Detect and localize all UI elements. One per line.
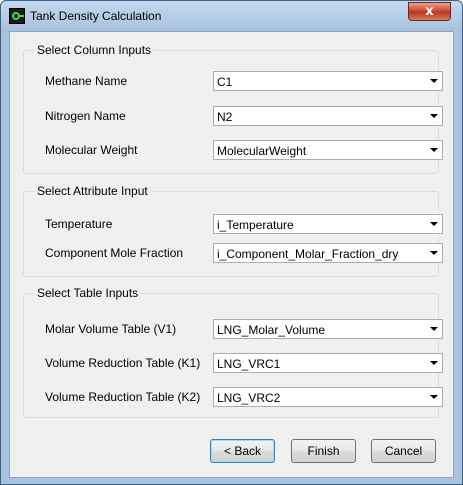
chevron-down-icon <box>430 327 438 331</box>
nitrogen-name-value: N2 <box>217 110 233 124</box>
table-inputs-group-label: Select Table Inputs <box>34 286 142 300</box>
cancel-button[interactable]: Cancel <box>371 439 436 463</box>
chevron-down-icon <box>430 222 438 226</box>
chevron-down-icon <box>430 395 438 399</box>
nitrogen-name-label: Nitrogen Name <box>45 109 126 123</box>
table-inputs-group: Select Table Inputs Molar Volume Table (… <box>23 286 443 418</box>
back-button[interactable]: < Back <box>210 439 275 463</box>
molecular-weight-label: Molecular Weight <box>45 143 138 157</box>
chevron-down-icon <box>430 79 438 83</box>
temperature-label: Temperature <box>45 217 113 231</box>
attribute-input-group: Select Attribute Input Temperature i_Tem… <box>23 184 443 277</box>
volume-reduction-k2-value: LNG_VRC2 <box>217 391 281 405</box>
attribute-input-group-label: Select Attribute Input <box>34 184 151 198</box>
chevron-down-icon <box>430 148 438 152</box>
close-icon: x <box>425 4 434 19</box>
dialog-window: Tank Density Calculation x Select Column… <box>0 0 463 485</box>
chevron-down-icon <box>430 361 438 365</box>
volume-reduction-k2-dropdown[interactable]: LNG_VRC2 <box>213 387 443 407</box>
temperature-dropdown[interactable]: i_Temperature <box>213 214 443 234</box>
molecular-weight-value: MolecularWeight <box>217 144 307 158</box>
chevron-down-icon <box>430 114 438 118</box>
molar-volume-table-label: Molar Volume Table (V1) <box>45 322 177 336</box>
volume-reduction-k2-label: Volume Reduction Table (K2) <box>45 390 201 404</box>
chevron-down-icon <box>430 251 438 255</box>
volume-reduction-k1-value: LNG_VRC1 <box>217 357 281 371</box>
finish-button[interactable]: Finish <box>291 439 356 463</box>
dialog-client-area: Select Column Inputs Methane Name C1 Nit… <box>9 31 454 478</box>
molar-volume-table-dropdown[interactable]: LNG_Molar_Volume <box>213 319 443 339</box>
window-title: Tank Density Calculation <box>30 9 162 23</box>
column-inputs-group: Select Column Inputs Methane Name C1 Nit… <box>23 43 443 174</box>
temperature-value: i_Temperature <box>217 218 294 232</box>
component-mole-fraction-value: i_Component_Molar_Fraction_dry <box>217 247 399 261</box>
volume-reduction-k1-dropdown[interactable]: LNG_VRC1 <box>213 353 443 373</box>
molecular-weight-dropdown[interactable]: MolecularWeight <box>213 140 443 160</box>
methane-name-label: Methane Name <box>45 74 128 88</box>
component-mole-fraction-dropdown[interactable]: i_Component_Molar_Fraction_dry <box>213 243 443 263</box>
methane-name-value: C1 <box>217 75 233 89</box>
close-button[interactable]: x <box>408 2 451 21</box>
molar-volume-table-value: LNG_Molar_Volume <box>217 323 326 337</box>
tank-app-icon <box>9 8 25 24</box>
volume-reduction-k1-label: Volume Reduction Table (K1) <box>45 356 201 370</box>
column-inputs-group-label: Select Column Inputs <box>34 43 155 57</box>
component-mole-fraction-label: Component Mole Fraction <box>45 246 184 260</box>
methane-name-dropdown[interactable]: C1 <box>213 71 443 91</box>
title-bar[interactable]: Tank Density Calculation x <box>1 1 462 31</box>
nitrogen-name-dropdown[interactable]: N2 <box>213 106 443 126</box>
